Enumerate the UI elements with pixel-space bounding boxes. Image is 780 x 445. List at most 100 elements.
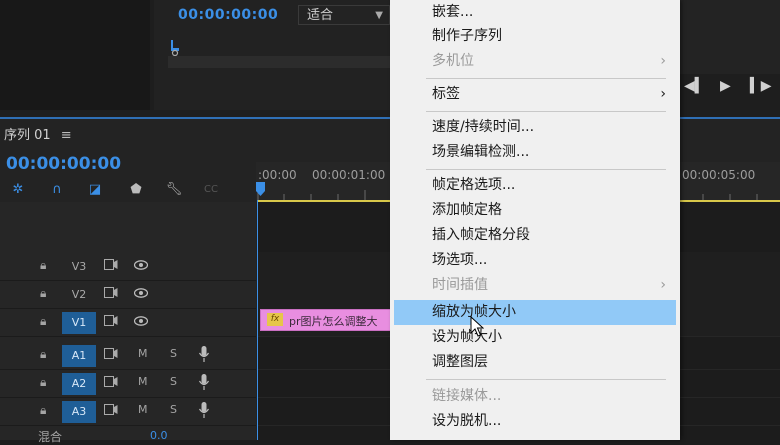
playhead-line [257,200,258,440]
clip-label: pr图片怎么调整大 [289,315,378,328]
track-name[interactable]: A1 [62,345,96,367]
menu-item-scale-to-frame-size[interactable]: 缩放为帧大小 [394,300,676,325]
lock-icon[interactable]: 🔒︎ [40,258,46,273]
mute-button[interactable]: M [138,375,148,388]
sync-lock-icon[interactable] [104,287,118,298]
monitor-playhead-icon[interactable] [170,40,180,56]
mute-button[interactable]: M [138,347,148,360]
menu-item-adjustment-layer[interactable]: 调整图层 [390,350,680,375]
program-timecode[interactable]: 00:00:00:00 [178,7,278,23]
captions-icon[interactable]: CC [202,181,220,199]
lock-icon[interactable]: 🔒︎ [40,286,46,301]
menu-item-label: 添加帧定格 [432,202,502,218]
track-name[interactable]: A2 [62,373,96,395]
monitor-left-pane [0,0,150,110]
sync-lock-icon[interactable] [104,315,118,326]
sequence-timecode[interactable]: 00:00:00:00 [6,154,121,174]
menu-item-label: 场景编辑检测... [432,144,530,160]
lock-icon[interactable]: 🔒︎ [40,347,46,362]
eye-icon[interactable] [134,260,148,270]
sync-lock-icon[interactable] [104,376,118,387]
fit-select[interactable]: 适合 ▼ [298,5,390,25]
menu-item-label: 嵌套... [432,4,474,20]
hamburger-icon[interactable]: ≡ [61,128,72,143]
menu-separator [426,111,666,112]
menu-item-frame-hold-options[interactable]: 帧定格选项... [390,173,680,198]
chevron-right-icon: › [660,277,666,293]
lock-icon[interactable]: 🔒︎ [40,375,46,390]
step-forward-icon[interactable]: ▍▶ [750,78,772,94]
chevron-right-icon: › [660,53,666,69]
ruler-label: :00:00 [258,168,297,182]
timeline-clip[interactable]: fx pr图片怎么调整大 [260,309,392,331]
track-name[interactable]: A3 [62,401,96,423]
track-header-a1: 🔒︎ A1 M S [0,341,256,370]
track-header-a2: 🔒︎ A2 M S [0,369,256,398]
menu-item-make-subsequence[interactable]: 制作子序列 [390,24,680,49]
master-track-label: 混合 [38,430,63,444]
menu-item-speed-duration[interactable]: 速度/持续时间... [390,115,680,140]
ruler-label: 00:00:01:00 [312,168,386,182]
menu-item-label: 设为帧大小 [432,329,502,345]
monitor-right-pane [680,0,780,74]
menu-item-nest[interactable]: 嵌套... [390,0,680,25]
lock-icon[interactable]: 🔒︎ [40,314,46,329]
menu-separator [426,169,666,170]
microphone-icon[interactable] [198,345,210,363]
track-header-v1: 🔒︎ V1 [0,308,256,337]
menu-item-label: 插入帧定格分段 [432,227,530,243]
menu-item-scene-detect[interactable]: 场景编辑检测... [390,140,680,165]
play-icon[interactable]: ▶ [720,78,731,94]
menu-item-time-interpolation: 时间插值 › [390,273,680,298]
track-header-v2: 🔒︎ V2 [0,280,256,309]
chevron-right-icon: › [660,86,666,102]
sync-lock-icon[interactable] [104,348,118,359]
track-name[interactable]: V1 [62,312,96,334]
step-back-icon[interactable]: ◀▍ [684,78,706,94]
solo-button[interactable]: S [170,375,177,388]
menu-item-label: 多机位 [432,53,474,69]
transport-controls: ◀▍ ▶ ▍▶ [680,78,780,102]
microphone-icon[interactable] [198,401,210,419]
menu-item-label: 调整图层 [432,354,488,370]
sequence-tab[interactable]: 序列 01 ≡ [4,124,72,143]
mute-button[interactable]: M [138,403,148,416]
menu-item-label: 标签 [432,86,460,102]
menu-item-label-submenu[interactable]: 标签 › [390,82,680,107]
fit-select-label: 适合 [307,8,334,23]
sync-lock-icon[interactable] [104,404,118,415]
menu-item-label: 链接媒体... [432,388,502,404]
snap-icon[interactable]: ✲ [9,181,27,199]
menu-separator [426,78,666,79]
linked-selection-icon[interactable]: ◪ [86,181,104,199]
solo-button[interactable]: S [170,403,177,416]
chevron-down-icon: ▼ [375,10,383,21]
menu-item-make-offline[interactable]: 设为脱机... [390,409,680,434]
master-volume-value[interactable]: 0.0 [150,429,168,442]
track-header-v3: 🔒︎ V3 [0,252,256,281]
lock-icon[interactable]: 🔒︎ [40,403,46,418]
menu-item-field-options[interactable]: 场选项... [390,248,680,273]
menu-item-set-to-frame-size[interactable]: 设为帧大小 [390,325,680,350]
solo-button[interactable]: S [170,347,177,360]
menu-item-insert-frame-hold-segment[interactable]: 插入帧定格分段 [390,223,680,248]
sync-lock-icon[interactable] [104,259,118,270]
wrench-icon[interactable]: 🔧︎ [165,181,183,199]
sequence-tab-label: 序列 01 [4,128,51,143]
eye-icon[interactable] [134,316,148,326]
track-name[interactable]: V3 [62,256,96,278]
menu-item-label: 场选项... [432,252,488,268]
timeline-playhead-icon[interactable] [256,182,265,196]
monitor-scrub-bar[interactable] [168,56,390,68]
menu-item-label: 速度/持续时间... [432,119,535,135]
menu-item-link-media: 链接媒体... [390,384,680,409]
marker-icon[interactable]: ⬟ [127,181,145,199]
microphone-icon[interactable] [198,373,210,391]
ruler-label: 00:00:05:00 [682,168,756,182]
track-name[interactable]: V2 [62,284,96,306]
menu-item-label: 时间插值 [432,277,488,293]
menu-item-label: 制作子序列 [432,28,502,44]
magnet-icon[interactable]: ∩ [48,181,66,199]
menu-item-add-frame-hold[interactable]: 添加帧定格 [390,198,680,223]
eye-icon[interactable] [134,288,148,298]
